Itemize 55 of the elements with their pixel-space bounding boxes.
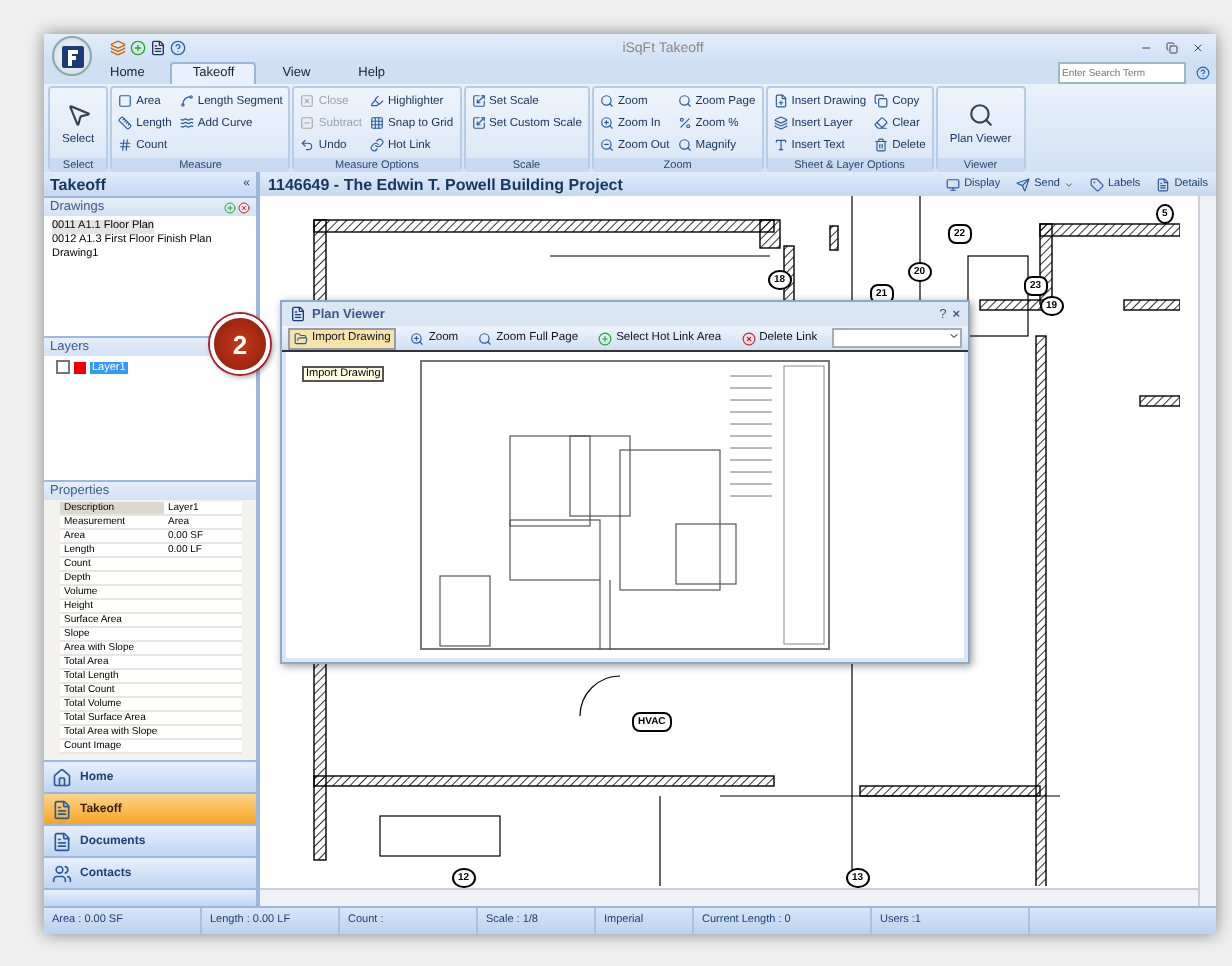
document-icon: [1156, 177, 1171, 191]
magnifier-icon: [677, 138, 692, 152]
horizontal-scrollbar[interactable]: [260, 888, 1198, 906]
plus-circle-icon: [598, 331, 613, 345]
magnifier-icon: [677, 94, 692, 108]
caret-icon: [948, 330, 960, 342]
app-logo[interactable]: [52, 36, 92, 76]
people-icon: [52, 863, 72, 883]
eraser-icon: [874, 116, 889, 130]
percent-icon: [677, 116, 692, 130]
delete-circle-icon: [741, 331, 756, 345]
copy-icon: [874, 94, 889, 108]
square-icon: [118, 94, 133, 108]
dropdown-field[interactable]: [831, 328, 962, 348]
layers-icon: [773, 116, 788, 130]
tag-icon: [1089, 177, 1104, 191]
minimize-icon[interactable]: [1140, 42, 1152, 54]
file-plus-icon: [773, 94, 788, 108]
zoom-icon: [410, 331, 425, 345]
zoom-in-icon: [599, 116, 614, 130]
monitor-icon: [946, 177, 961, 191]
link-icon: [370, 138, 384, 152]
trash-icon: [874, 138, 889, 152]
wave-icon: [179, 116, 194, 130]
panel-title: Takeoff: [50, 175, 106, 193]
house-icon: [52, 767, 72, 787]
highlighter-icon: [370, 94, 384, 108]
hash-icon: [118, 138, 133, 152]
scale-icon: [471, 116, 486, 130]
caret-icon: [1063, 179, 1074, 189]
pointer-arrow-icon: [65, 101, 92, 127]
help-icon[interactable]: [1196, 66, 1210, 80]
zoom-out-icon: [599, 138, 614, 152]
add-icon[interactable]: [224, 201, 236, 213]
layer-checkbox[interactable]: [56, 360, 70, 374]
magnifier-icon: [599, 94, 614, 108]
send-icon: [1016, 177, 1031, 191]
undo-icon: [300, 138, 315, 152]
grid-icon: [370, 116, 384, 130]
text-icon: [773, 138, 788, 152]
folder-icon: [294, 331, 308, 345]
scale-icon: [471, 94, 486, 108]
restore-icon[interactable]: [1166, 42, 1178, 54]
curve-icon: [179, 94, 194, 108]
document-title: 1146649 - The Edwin T. Powell Building Project: [268, 175, 625, 193]
document-icon: [52, 831, 72, 851]
vertical-scrollbar[interactable]: [1198, 196, 1216, 906]
close-shape-icon: [300, 94, 315, 108]
help-icon[interactable]: [170, 40, 186, 56]
delete-icon[interactable]: [238, 201, 250, 213]
minus-square-icon: [300, 116, 315, 130]
magnifier-icon: [967, 101, 994, 127]
magnifier-icon: [478, 331, 493, 345]
ruler-icon: [118, 116, 133, 130]
close-icon[interactable]: [1192, 42, 1204, 54]
